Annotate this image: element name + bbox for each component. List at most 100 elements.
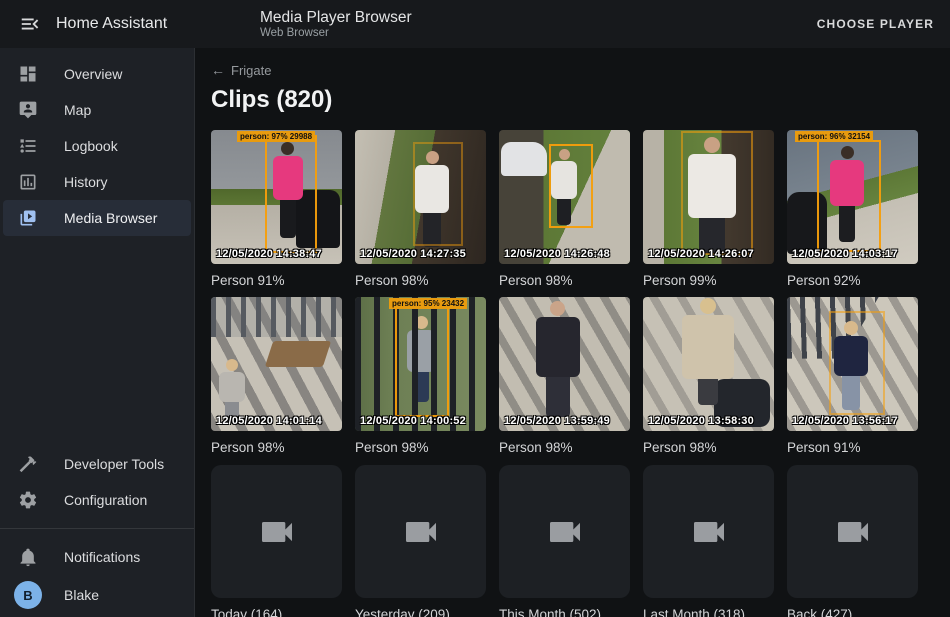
folder-caption: Today (164) [211, 606, 342, 617]
sidebar: Overview Map Logbook History Media Brows… [0, 48, 195, 617]
person-figure [536, 301, 580, 417]
folder-item: Back (427) [787, 465, 918, 617]
clip-caption: Person 98% [499, 272, 630, 290]
clip-timestamp: 12/05/2020 13:59:49 [504, 415, 610, 427]
clip-item: 12/05/2020 14:27:35 Person 98% [355, 130, 486, 290]
clip-caption: Person 98% [211, 439, 342, 457]
clip-caption: Person 98% [355, 272, 486, 290]
sidebar-item-logbook[interactable]: Logbook [3, 128, 191, 164]
sidebar-item-notifications[interactable]: Notifications [3, 539, 191, 575]
clip-thumbnail[interactable]: 12/05/2020 14:01:14 [211, 297, 342, 431]
page-heading: Clips (820) [211, 86, 934, 114]
format-list-bulleted-icon [18, 136, 38, 156]
sidebar-item-overview[interactable]: Overview [3, 56, 191, 92]
main-content: ← Frigate Clips (820) person: 97% 29988 … [195, 48, 950, 617]
detection-bbox [817, 140, 881, 252]
detection-bbox [829, 311, 885, 415]
folder-card[interactable] [211, 465, 342, 598]
back-arrow-icon: ← [211, 62, 225, 78]
detection-chip: person: 96% 32154 [795, 131, 873, 142]
clip-timestamp: 12/05/2020 13:56:17 [792, 415, 898, 427]
folder-card[interactable] [355, 465, 486, 598]
person-figure [219, 359, 245, 420]
folders-grid: Today (164) Yesterday (209) This Month (… [211, 465, 934, 617]
folder-card[interactable] [643, 465, 774, 598]
clip-timestamp: 12/05/2020 14:01:14 [216, 415, 322, 427]
clip-item: 12/05/2020 13:56:17 Person 91% [787, 297, 918, 457]
detection-bbox [681, 131, 753, 255]
detection-bbox [395, 305, 449, 417]
clip-caption: Person 91% [787, 439, 918, 457]
clip-caption: Person 91% [211, 272, 342, 290]
top-bar: Home Assistant Media Player Browser Web … [0, 0, 950, 48]
breadcrumb-back[interactable]: ← Frigate [211, 62, 271, 78]
sidebar-item-developer-tools[interactable]: Developer Tools [3, 446, 191, 482]
folder-card[interactable] [787, 465, 918, 598]
folder-card[interactable] [499, 465, 630, 598]
clip-thumbnail[interactable]: 12/05/2020 13:58:30 [643, 297, 774, 431]
sidebar-item-map[interactable]: Map [3, 92, 191, 128]
clip-item: 12/05/2020 14:01:14 Person 98% [211, 297, 342, 457]
menu-toggle-button[interactable] [14, 8, 46, 40]
clip-timestamp: 12/05/2020 14:26:48 [504, 248, 610, 260]
play-box-multiple-icon [18, 208, 38, 228]
profile-name: Blake [64, 587, 99, 603]
clip-thumbnail[interactable]: 12/05/2020 13:56:17 [787, 297, 918, 431]
clip-thumbnail[interactable]: 12/05/2020 14:26:07 [643, 130, 774, 264]
clip-timestamp: 12/05/2020 14:27:35 [360, 248, 466, 260]
avatar: B [14, 581, 42, 609]
clip-caption: Person 98% [355, 439, 486, 457]
sidebar-item-label: Media Browser [64, 210, 157, 226]
sidebar-item-label: Developer Tools [64, 456, 164, 472]
sidebar-item-label: Logbook [64, 138, 118, 154]
clip-thumbnail[interactable]: 12/05/2020 14:26:48 [499, 130, 630, 264]
sidebar-item-label: Map [64, 102, 91, 118]
clip-caption: Person 99% [643, 272, 774, 290]
sidebar-item-label: Overview [64, 66, 122, 82]
sidebar-item-media-browser[interactable]: Media Browser [3, 200, 191, 236]
chart-box-icon [18, 172, 38, 192]
detection-bbox [413, 142, 463, 246]
app-title: Home Assistant [56, 15, 167, 33]
clip-thumbnail[interactable]: 12/05/2020 13:59:49 [499, 297, 630, 431]
clip-timestamp: 12/05/2020 14:03:17 [792, 248, 898, 260]
folder-item: Yesterday (209) [355, 465, 486, 617]
detection-chip: person: 95% 23432 [389, 298, 467, 309]
clip-caption: Person 98% [499, 439, 630, 457]
sidebar-item-label: Notifications [64, 549, 140, 565]
clip-thumbnail[interactable]: person: 96% 32154 12/05/2020 14:03:17 [787, 130, 918, 264]
clip-item: 12/05/2020 13:58:30 Person 98% [643, 297, 774, 457]
sidebar-item-profile[interactable]: B Blake [3, 575, 191, 615]
sidebar-item-history[interactable]: History [3, 164, 191, 200]
choose-player-button[interactable]: CHOOSE PLAYER [817, 17, 934, 31]
video-icon [545, 512, 585, 552]
back-label: Frigate [231, 63, 271, 78]
folder-caption: Last Month (318) [643, 606, 774, 617]
tooltip-account-icon [18, 100, 38, 120]
sidebar-header: Home Assistant [0, 8, 195, 40]
clip-timestamp: 12/05/2020 14:38:47 [216, 248, 322, 260]
clip-item: person: 95% 23432 12/05/2020 14:00:52 Pe… [355, 297, 486, 457]
clip-caption: Person 98% [643, 439, 774, 457]
clip-thumbnail[interactable]: person: 95% 23432 12/05/2020 14:00:52 [355, 297, 486, 431]
clip-thumbnail[interactable]: 12/05/2020 14:27:35 [355, 130, 486, 264]
detection-chip: person: 97% 29988 [237, 131, 315, 142]
clip-item: 12/05/2020 14:26:48 Person 98% [499, 130, 630, 290]
sidebar-divider [0, 528, 194, 529]
sidebar-item-label: Configuration [64, 492, 147, 508]
clip-timestamp: 12/05/2020 14:00:52 [360, 415, 466, 427]
clip-thumbnail[interactable]: person: 97% 29988 12/05/2020 14:38:47 [211, 130, 342, 264]
sidebar-item-configuration[interactable]: Configuration [3, 482, 191, 518]
clips-grid: person: 97% 29988 12/05/2020 14:38:47 Pe… [211, 130, 934, 457]
folder-item: This Month (502) [499, 465, 630, 617]
clip-item: 12/05/2020 13:59:49 Person 98% [499, 297, 630, 457]
video-icon [257, 512, 297, 552]
folder-caption: This Month (502) [499, 606, 630, 617]
folder-item: Last Month (318) [643, 465, 774, 617]
folder-caption: Yesterday (209) [355, 606, 486, 617]
page-title: Media Player Browser [260, 9, 412, 27]
page-subtitle: Web Browser [260, 27, 412, 40]
folder-item: Today (164) [211, 465, 342, 617]
sidebar-item-label: History [64, 174, 108, 190]
video-icon [401, 512, 441, 552]
